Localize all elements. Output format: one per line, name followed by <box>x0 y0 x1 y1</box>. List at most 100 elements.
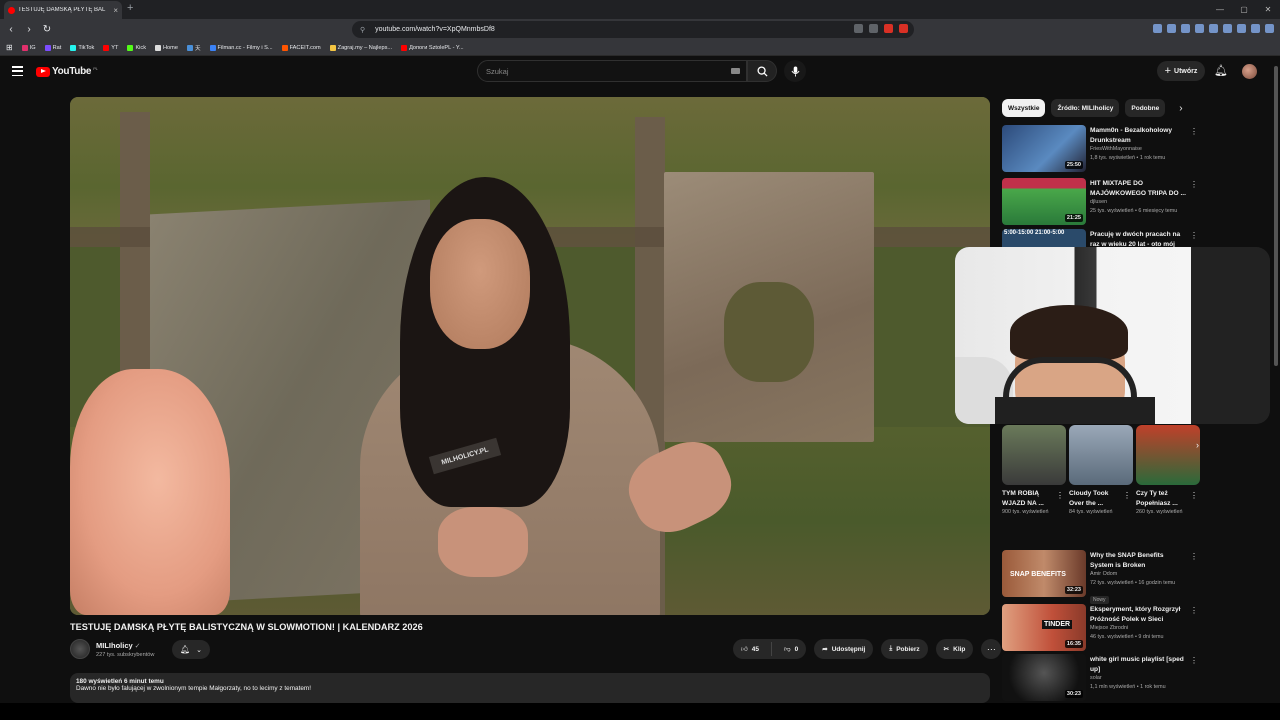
subscription-bell-button[interactable]: 🔔︎ ⌄ <box>172 640 210 659</box>
menu-icon[interactable] <box>1265 24 1274 33</box>
video-thumbnail[interactable]: 5:00-15:00 21:00-5:00 <box>1002 229 1086 247</box>
close-window-button[interactable]: ✕ <box>1256 0 1280 19</box>
extension-icon[interactable] <box>1167 24 1176 33</box>
search-button[interactable] <box>747 60 777 82</box>
browser-tab[interactable]: TESTUJĘ DAMSKĄ PŁYTĘ BAL × <box>4 1 122 19</box>
wallet-icon[interactable] <box>1237 24 1246 33</box>
keyboard-icon[interactable] <box>731 68 740 74</box>
address-bar[interactable]: ⚲ youtube.com/watch?v=XpQMnmbsDf8 <box>352 21 914 38</box>
url-text[interactable]: youtube.com/watch?v=XpQMnmbsDf8 <box>375 26 495 33</box>
bookmark[interactable]: TikTok <box>70 44 94 51</box>
short-thumbnail[interactable] <box>1136 425 1200 485</box>
apps-grid-icon[interactable]: ⊞ <box>6 43 13 52</box>
recommended-video[interactable]: SNAP BENEFITS 32:23 Why the SNAP Benefit… <box>1002 550 1198 604</box>
share-page-icon[interactable] <box>869 24 878 33</box>
video-player[interactable]: MILHOLICY.PL <box>70 97 990 615</box>
bookmark[interactable]: Zagraj.my – Najleps... <box>329 44 392 51</box>
tab-close-icon[interactable]: × <box>113 6 118 15</box>
rec-title[interactable]: HIT MIXTAPE DO MAJÓWKOWEGO TRIPA DO ... <box>1090 179 1188 198</box>
short-title[interactable]: Cloudy Took Over the ... <box>1069 489 1125 508</box>
brave-shield-icon[interactable] <box>884 24 893 33</box>
rec-menu-icon[interactable]: ⋮ <box>1190 656 1198 665</box>
recommended-video[interactable]: 21:25 HIT MIXTAPE DO MAJÓWKOWEGO TRIPA D… <box>1002 178 1198 228</box>
bookmark[interactable]: Допоги SztolePL - Y... <box>401 44 464 51</box>
create-button[interactable]: + Utwórz <box>1157 61 1205 81</box>
rec-menu-icon[interactable]: ⋮ <box>1190 606 1198 615</box>
description-box[interactable]: 180 wyświetleń 6 minut temu Dawno nie by… <box>70 673 990 703</box>
rec-menu-icon[interactable]: ⋮ <box>1190 231 1198 240</box>
short-menu-icon[interactable]: ⋮ <box>1056 491 1064 500</box>
rec-menu-icon[interactable]: ⋮ <box>1190 127 1198 136</box>
rec-channel[interactable]: solar <box>1090 674 1188 683</box>
cast-icon[interactable] <box>854 24 863 33</box>
page-scrollbar[interactable] <box>1273 60 1279 703</box>
video-thumbnail[interactable]: 21:25 <box>1002 178 1086 225</box>
account-avatar[interactable] <box>1242 64 1257 79</box>
rec-channel[interactable]: FriesWithMayonnaise <box>1090 145 1188 154</box>
bookmark[interactable]: Filman.cc - Filmy i S... <box>209 44 273 51</box>
chips-next-arrow-icon[interactable]: › <box>1179 103 1182 114</box>
reload-icon[interactable]: ↻ <box>40 24 54 35</box>
short-thumbnail[interactable] <box>1069 425 1133 485</box>
vpn-icon[interactable] <box>1251 24 1260 33</box>
video-thumbnail[interactable]: 30:23 <box>1002 654 1086 701</box>
bookmark[interactable]: YT <box>103 44 118 51</box>
rec-channel[interactable]: djlusen <box>1090 198 1188 207</box>
bookmark[interactable]: FACEIT.com <box>281 44 321 51</box>
short-title[interactable]: Czy Ty też Popełniasz ... <box>1136 489 1192 508</box>
rec-channel[interactable]: Amir Odom <box>1090 570 1188 579</box>
extension-icon[interactable] <box>1181 24 1190 33</box>
rec-title[interactable]: white girl music playlist [sped up] <box>1090 655 1188 674</box>
short-menu-icon[interactable]: ⋮ <box>1123 491 1131 500</box>
extension-icon[interactable] <box>1209 24 1218 33</box>
site-info-icon[interactable]: ⚲ <box>360 26 365 34</box>
youtube-logo[interactable]: YouTube PL <box>36 66 98 77</box>
bookmark[interactable]: Home <box>155 44 178 51</box>
clip-button[interactable]: ✂ Klip <box>935 639 974 659</box>
minimize-button[interactable]: — <box>1208 0 1232 19</box>
more-actions-button[interactable]: ⋯ <box>981 639 1002 659</box>
chip-related[interactable]: Podobne <box>1125 99 1166 117</box>
rec-menu-icon[interactable]: ⋮ <box>1190 180 1198 189</box>
dislike-button[interactable]: 👎︎ 0 <box>776 639 806 659</box>
extension-icon[interactable] <box>1195 24 1204 33</box>
shorts-next-arrow-icon[interactable]: › <box>1196 440 1199 450</box>
bookmark[interactable]: IG <box>21 44 36 51</box>
rec-title[interactable]: Eksperyment, który Rozgrzył Próżność Pol… <box>1090 605 1188 624</box>
short-thumbnail[interactable] <box>1002 425 1066 485</box>
rec-menu-icon[interactable]: ⋮ <box>1190 552 1198 561</box>
video-thumbnail[interactable]: TINDER 16:35 <box>1002 604 1086 651</box>
video-thumbnail[interactable]: 25:50 <box>1002 125 1086 172</box>
short-item[interactable]: TYM ROBIĄ WJAZD NA ... 900 tys. wyświetl… <box>1002 425 1066 535</box>
recommended-video[interactable]: 5:00-15:00 21:00-5:00 Pracuję w dwóch pr… <box>1002 229 1198 247</box>
search-input[interactable]: Szukaj <box>477 60 747 82</box>
short-item[interactable]: Czy Ty też Popełniasz ... 260 tys. wyświ… <box>1136 425 1200 535</box>
channel-name[interactable]: MILIholicy ✓ <box>96 641 141 650</box>
rec-channel[interactable]: Miejsce Zbrodni <box>1090 624 1188 633</box>
bookmark[interactable]: 天 <box>186 44 201 52</box>
chip-from-channel[interactable]: Źródło: MILIholicy <box>1051 99 1120 117</box>
recommended-video[interactable]: 30:23 white girl music playlist [sped up… <box>1002 654 1198 704</box>
rec-title[interactable]: Why the SNAP Benefits System is Broken <box>1090 551 1188 570</box>
extension-icon[interactable] <box>1153 24 1162 33</box>
bookmark[interactable]: Kick <box>127 44 146 51</box>
channel-avatar[interactable] <box>70 639 90 659</box>
channel-name-text[interactable]: MILIholicy <box>96 641 133 650</box>
share-button[interactable]: ➦ Udostępnij <box>814 639 874 659</box>
rec-title[interactable]: Pracuję w dwóch pracach na raz w wieku 2… <box>1090 230 1188 247</box>
sidebar-icon[interactable] <box>1223 24 1232 33</box>
notifications-bell-icon[interactable]: 🔔︎ <box>1214 64 1228 77</box>
short-menu-icon[interactable]: ⋮ <box>1190 491 1198 500</box>
video-thumbnail[interactable]: SNAP BENEFITS 32:23 <box>1002 550 1086 597</box>
recommended-video[interactable]: TINDER 16:35 Eksperyment, który Rozgrzył… <box>1002 604 1198 654</box>
bookmark[interactable]: Rat <box>44 44 61 51</box>
chip-all[interactable]: Wszystkie <box>1002 99 1046 117</box>
rewards-icon[interactable] <box>899 24 908 33</box>
forward-arrow-icon[interactable]: › <box>22 24 36 35</box>
rec-title[interactable]: Mamm0n - Bezalkoholowy Drunkstream <box>1090 126 1188 145</box>
maximize-button[interactable]: ▢ <box>1232 0 1256 19</box>
new-tab-button[interactable]: + <box>127 2 133 14</box>
hamburger-menu-icon[interactable] <box>12 66 23 76</box>
short-title[interactable]: TYM ROBIĄ WJAZD NA ... <box>1002 489 1058 508</box>
recommended-video[interactable]: 25:50 Mamm0n - Bezalkoholowy Drunkstream… <box>1002 125 1198 175</box>
